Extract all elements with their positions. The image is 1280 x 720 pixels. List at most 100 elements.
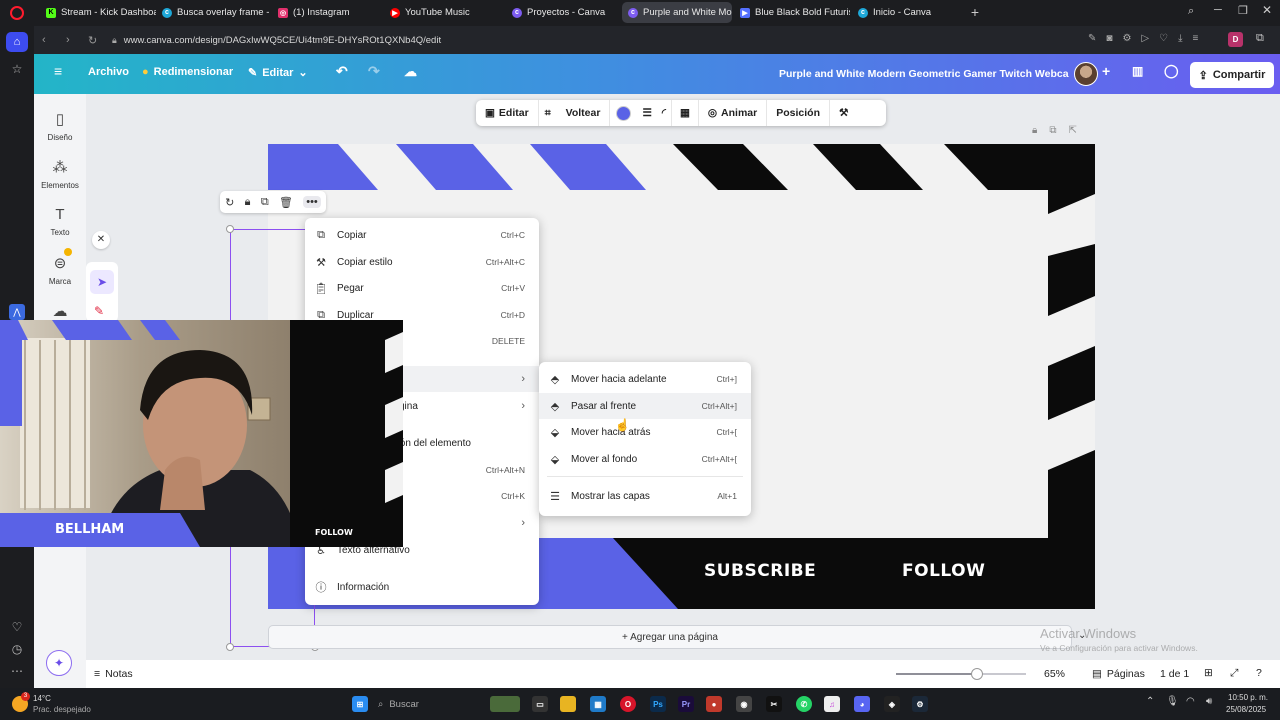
lock-icon[interactable]: 🔒︎ — [245, 196, 251, 209]
new-tab-icon[interactable]: + — [968, 5, 982, 19]
heart-icon[interactable]: ♡ — [1159, 33, 1168, 44]
help-icon[interactable]: ? — [1256, 667, 1262, 679]
home-icon[interactable]: ⌂ — [6, 32, 28, 52]
reload-icon[interactable]: ↻ — [88, 34, 97, 47]
clock-date[interactable]: 25/08/2025 — [1226, 705, 1266, 714]
browser-tab[interactable]: cBusca overlay frame - Can — [156, 2, 270, 23]
magic-assistant-button[interactable]: ✦ — [46, 650, 72, 676]
file-menu[interactable]: Archivo — [88, 66, 129, 78]
menu-item-copy[interactable]: ⧉ Copiar Ctrl+C — [305, 222, 539, 248]
sidebar-item-design[interactable]: ▯ Diseño — [34, 110, 86, 142]
browser-tab-active[interactable]: cPurple and White Modern — [622, 2, 732, 23]
minimize-icon[interactable]: ─ — [1214, 4, 1222, 16]
file-explorer-icon[interactable] — [560, 696, 576, 712]
add-collaborator-icon[interactable]: + — [1102, 63, 1110, 79]
menu-icon[interactable]: ≡ — [1193, 33, 1199, 44]
duplicate-page-icon[interactable]: ⧉ — [1049, 125, 1056, 136]
opera-icon[interactable]: O — [620, 696, 636, 712]
flip-button[interactable]: Voltear — [557, 100, 611, 126]
submenu-show-layers[interactable]: ☰ Mostrar las capas Alt+1 — [539, 483, 751, 509]
color-swatch-button[interactable] — [610, 100, 637, 126]
extensions-icon[interactable]: ⧉ — [1256, 32, 1264, 45]
selection-handle[interactable] — [226, 643, 234, 651]
volume-icon[interactable]: 🔊︎ — [1206, 696, 1212, 707]
notes-button[interactable]: ≡ Notas — [94, 668, 133, 680]
more-options-icon[interactable]: ••• — [303, 196, 321, 208]
grid-view-icon[interactable]: ⊞ — [1204, 667, 1213, 679]
wifi-icon[interactable]: ◠ — [1186, 696, 1195, 707]
select-tool-icon[interactable]: ➤ — [90, 270, 114, 294]
resize-button[interactable]: ● Redimensionar — [142, 66, 233, 78]
pen-tool-icon[interactable]: ✎ — [94, 304, 104, 318]
close-window-icon[interactable]: ✕ — [1262, 3, 1272, 17]
user-avatar[interactable] — [1074, 62, 1098, 86]
pinboard-icon[interactable]: ☆ — [9, 62, 25, 78]
menu-item-info[interactable]: ⓘ Información — [305, 574, 539, 600]
animate-button[interactable]: ◎ Animar — [699, 100, 768, 126]
menu-item-copy-style[interactable]: ⚒ Copiar estilo Ctrl+Alt+C — [305, 249, 539, 275]
menu-hamburger-icon[interactable]: ≡ — [54, 63, 62, 79]
maximize-icon[interactable]: ❐ — [1238, 4, 1248, 17]
sidebar-item-text[interactable]: T Texto — [34, 206, 86, 237]
undo-icon[interactable]: ↶ — [336, 63, 348, 80]
fullscreen-icon[interactable]: ⤢ — [1230, 667, 1238, 680]
sidebar-item-brand[interactable]: ⊜ Marca — [34, 254, 86, 286]
edit-icon[interactable]: ✎ — [1088, 33, 1096, 44]
itunes-icon[interactable]: ♫ — [824, 696, 840, 712]
browser-tab[interactable]: c Proyectos - Canva — [506, 2, 618, 23]
insights-icon[interactable]: ▥ — [1132, 64, 1143, 78]
app-icon[interactable]: ◈ — [884, 696, 900, 712]
browser-tab[interactable]: ◎ (1) Instagram — [272, 2, 384, 23]
profile-avatar[interactable]: D — [1228, 32, 1243, 47]
sidebar-item-elements[interactable]: ⁂ Elementos — [34, 158, 86, 190]
widgets-icon[interactable] — [490, 696, 520, 712]
microphone-icon[interactable]: 🎙︎ — [1166, 696, 1179, 707]
redo-icon[interactable]: ↷ — [368, 63, 380, 80]
forward-icon[interactable]: › — [66, 34, 70, 46]
zoom-slider[interactable] — [896, 668, 1026, 680]
app-icon[interactable]: ◉ — [736, 696, 752, 712]
duplicate-icon[interactable]: ⧉ — [261, 196, 269, 209]
add-page-button[interactable]: + Agregar una página — [268, 625, 1072, 649]
tray-chevron-icon[interactable]: ⌃ — [1146, 696, 1154, 707]
copy-style-icon[interactable]: ⚒ — [830, 100, 857, 126]
premiere-icon[interactable]: Pr — [678, 696, 694, 712]
camera-icon[interactable]: ◙ — [1106, 33, 1112, 44]
heart-icon[interactable]: ♡ — [9, 620, 25, 636]
back-icon[interactable]: ‹ — [42, 34, 46, 46]
url-field[interactable]: 🔒︎ www.canva.com/design/DAGxIwWQ5CE/Ui4t… — [112, 31, 1072, 49]
edit-mode-button[interactable]: ✎ Editar ⌄ — [248, 66, 308, 80]
store-icon[interactable]: ▦ — [590, 696, 606, 712]
submenu-bring-to-front[interactable]: ⬘ Pasar al frente Ctrl+Alt+] — [539, 393, 751, 419]
whatsapp-icon[interactable]: ✆ — [796, 696, 812, 712]
opera-logo-icon[interactable] — [10, 6, 24, 20]
crop-icon[interactable]: ⌗ — [539, 100, 557, 126]
zoom-level[interactable]: 65% — [1044, 668, 1065, 680]
download-icon[interactable]: ⤓ — [1178, 33, 1182, 44]
corner-rounding-icon[interactable]: ◜ — [657, 100, 672, 126]
capcut-icon[interactable]: ✂ — [766, 696, 782, 712]
selection-handle[interactable] — [226, 225, 234, 233]
task-view-icon[interactable]: ▭ — [532, 696, 548, 712]
border-style-icon[interactable]: ☰ — [637, 100, 656, 126]
transparency-icon[interactable]: ▦ — [672, 100, 699, 126]
app-icon[interactable]: ● — [706, 696, 722, 712]
browser-tab[interactable]: ▶ YouTube Music — [384, 2, 504, 23]
edit-image-button[interactable]: ▣ Editar — [476, 100, 539, 126]
steam-icon[interactable]: ⚙ — [912, 696, 928, 712]
trash-icon[interactable]: 🗑︎ — [279, 196, 293, 209]
zoom-slider-thumb[interactable] — [970, 668, 983, 680]
browser-tab[interactable]: KStream - Kick Dashboard — [40, 2, 156, 23]
history-icon[interactable]: ◷ — [9, 642, 25, 658]
browser-tab[interactable]: ▶Blue Black Bold Futuristic — [734, 2, 850, 23]
start-icon[interactable]: ⊞ — [352, 696, 368, 712]
submenu-send-backward[interactable]: ⬙ Mover hacia atrás Ctrl+[ — [539, 419, 751, 445]
rotate-icon[interactable]: ↻ — [225, 196, 234, 209]
pages-button[interactable]: ▤ Páginas — [1092, 668, 1145, 680]
taskbar-search[interactable]: ⌕ Buscar — [378, 693, 478, 715]
photoshop-icon[interactable]: Ps — [650, 696, 666, 712]
discord-icon[interactable]: ◕ — [854, 696, 870, 712]
more-icon[interactable]: ⋯ — [9, 664, 25, 680]
play-icon[interactable]: ▷ — [1141, 33, 1149, 44]
menu-item-paste[interactable]: 📋︎ Pegar Ctrl+V — [305, 275, 539, 301]
